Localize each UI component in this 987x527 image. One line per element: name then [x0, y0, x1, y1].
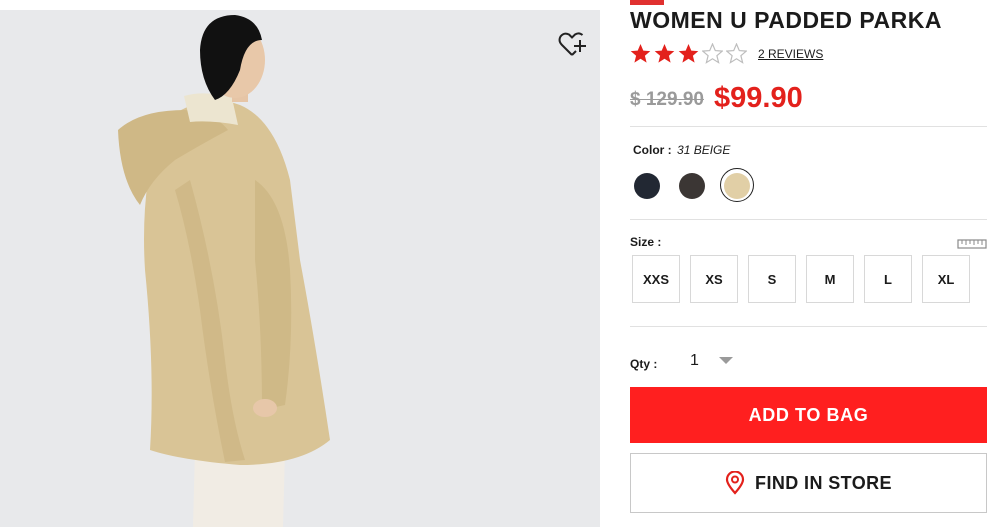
color-swatch-dark-brown[interactable]	[679, 173, 705, 199]
color-swatch-navy[interactable]	[634, 173, 660, 199]
quantity-label: Qty :	[630, 357, 658, 371]
color-label-text: Color :	[633, 143, 672, 157]
size-options: XXS XS S M L XL	[632, 255, 980, 303]
star-filled-icon	[630, 44, 651, 63]
divider	[630, 326, 987, 327]
star-filled-icon	[654, 44, 675, 63]
size-option-l[interactable]: L	[864, 255, 912, 303]
color-selected-value: 31 BEIGE	[677, 143, 731, 157]
color-swatch-beige[interactable]	[724, 173, 750, 199]
size-option-xxs[interactable]: XXS	[632, 255, 680, 303]
find-in-store-label: FIND IN STORE	[755, 472, 892, 493]
caret-down-icon[interactable]	[719, 357, 733, 365]
size-label: Size :	[630, 235, 662, 249]
size-option-s[interactable]: S	[748, 255, 796, 303]
star-empty-icon	[726, 43, 747, 64]
sale-flag	[630, 0, 664, 5]
quantity-select[interactable]: 1	[690, 352, 699, 370]
size-guide-ruler-icon[interactable]	[957, 234, 987, 250]
star-empty-icon	[702, 43, 723, 64]
sale-price: $99.90	[714, 82, 803, 114]
location-pin-icon	[725, 471, 745, 495]
color-label: Color : 31 BEIGE	[633, 143, 730, 157]
add-to-bag-button[interactable]: ADD TO BAG	[630, 387, 987, 443]
size-option-xl[interactable]: XL	[922, 255, 970, 303]
star-rating	[630, 43, 750, 64]
star-filled-icon	[678, 44, 699, 63]
original-price: $ 129.90	[630, 89, 704, 110]
divider	[630, 126, 987, 127]
find-in-store-button[interactable]: FIND IN STORE	[630, 453, 987, 513]
size-option-xs[interactable]: XS	[690, 255, 738, 303]
product-image	[0, 10, 600, 527]
product-title: WOMEN U PADDED PARKA	[630, 7, 942, 33]
product-photo	[0, 10, 600, 527]
wishlist-heart-plus-icon[interactable]	[558, 30, 588, 58]
size-option-m[interactable]: M	[806, 255, 854, 303]
reviews-link[interactable]: 2 REVIEWS	[758, 47, 823, 61]
divider	[630, 219, 987, 220]
product-details: WOMEN U PADDED PARKA 2 REVIEWS $ 129.90 …	[630, 0, 987, 527]
